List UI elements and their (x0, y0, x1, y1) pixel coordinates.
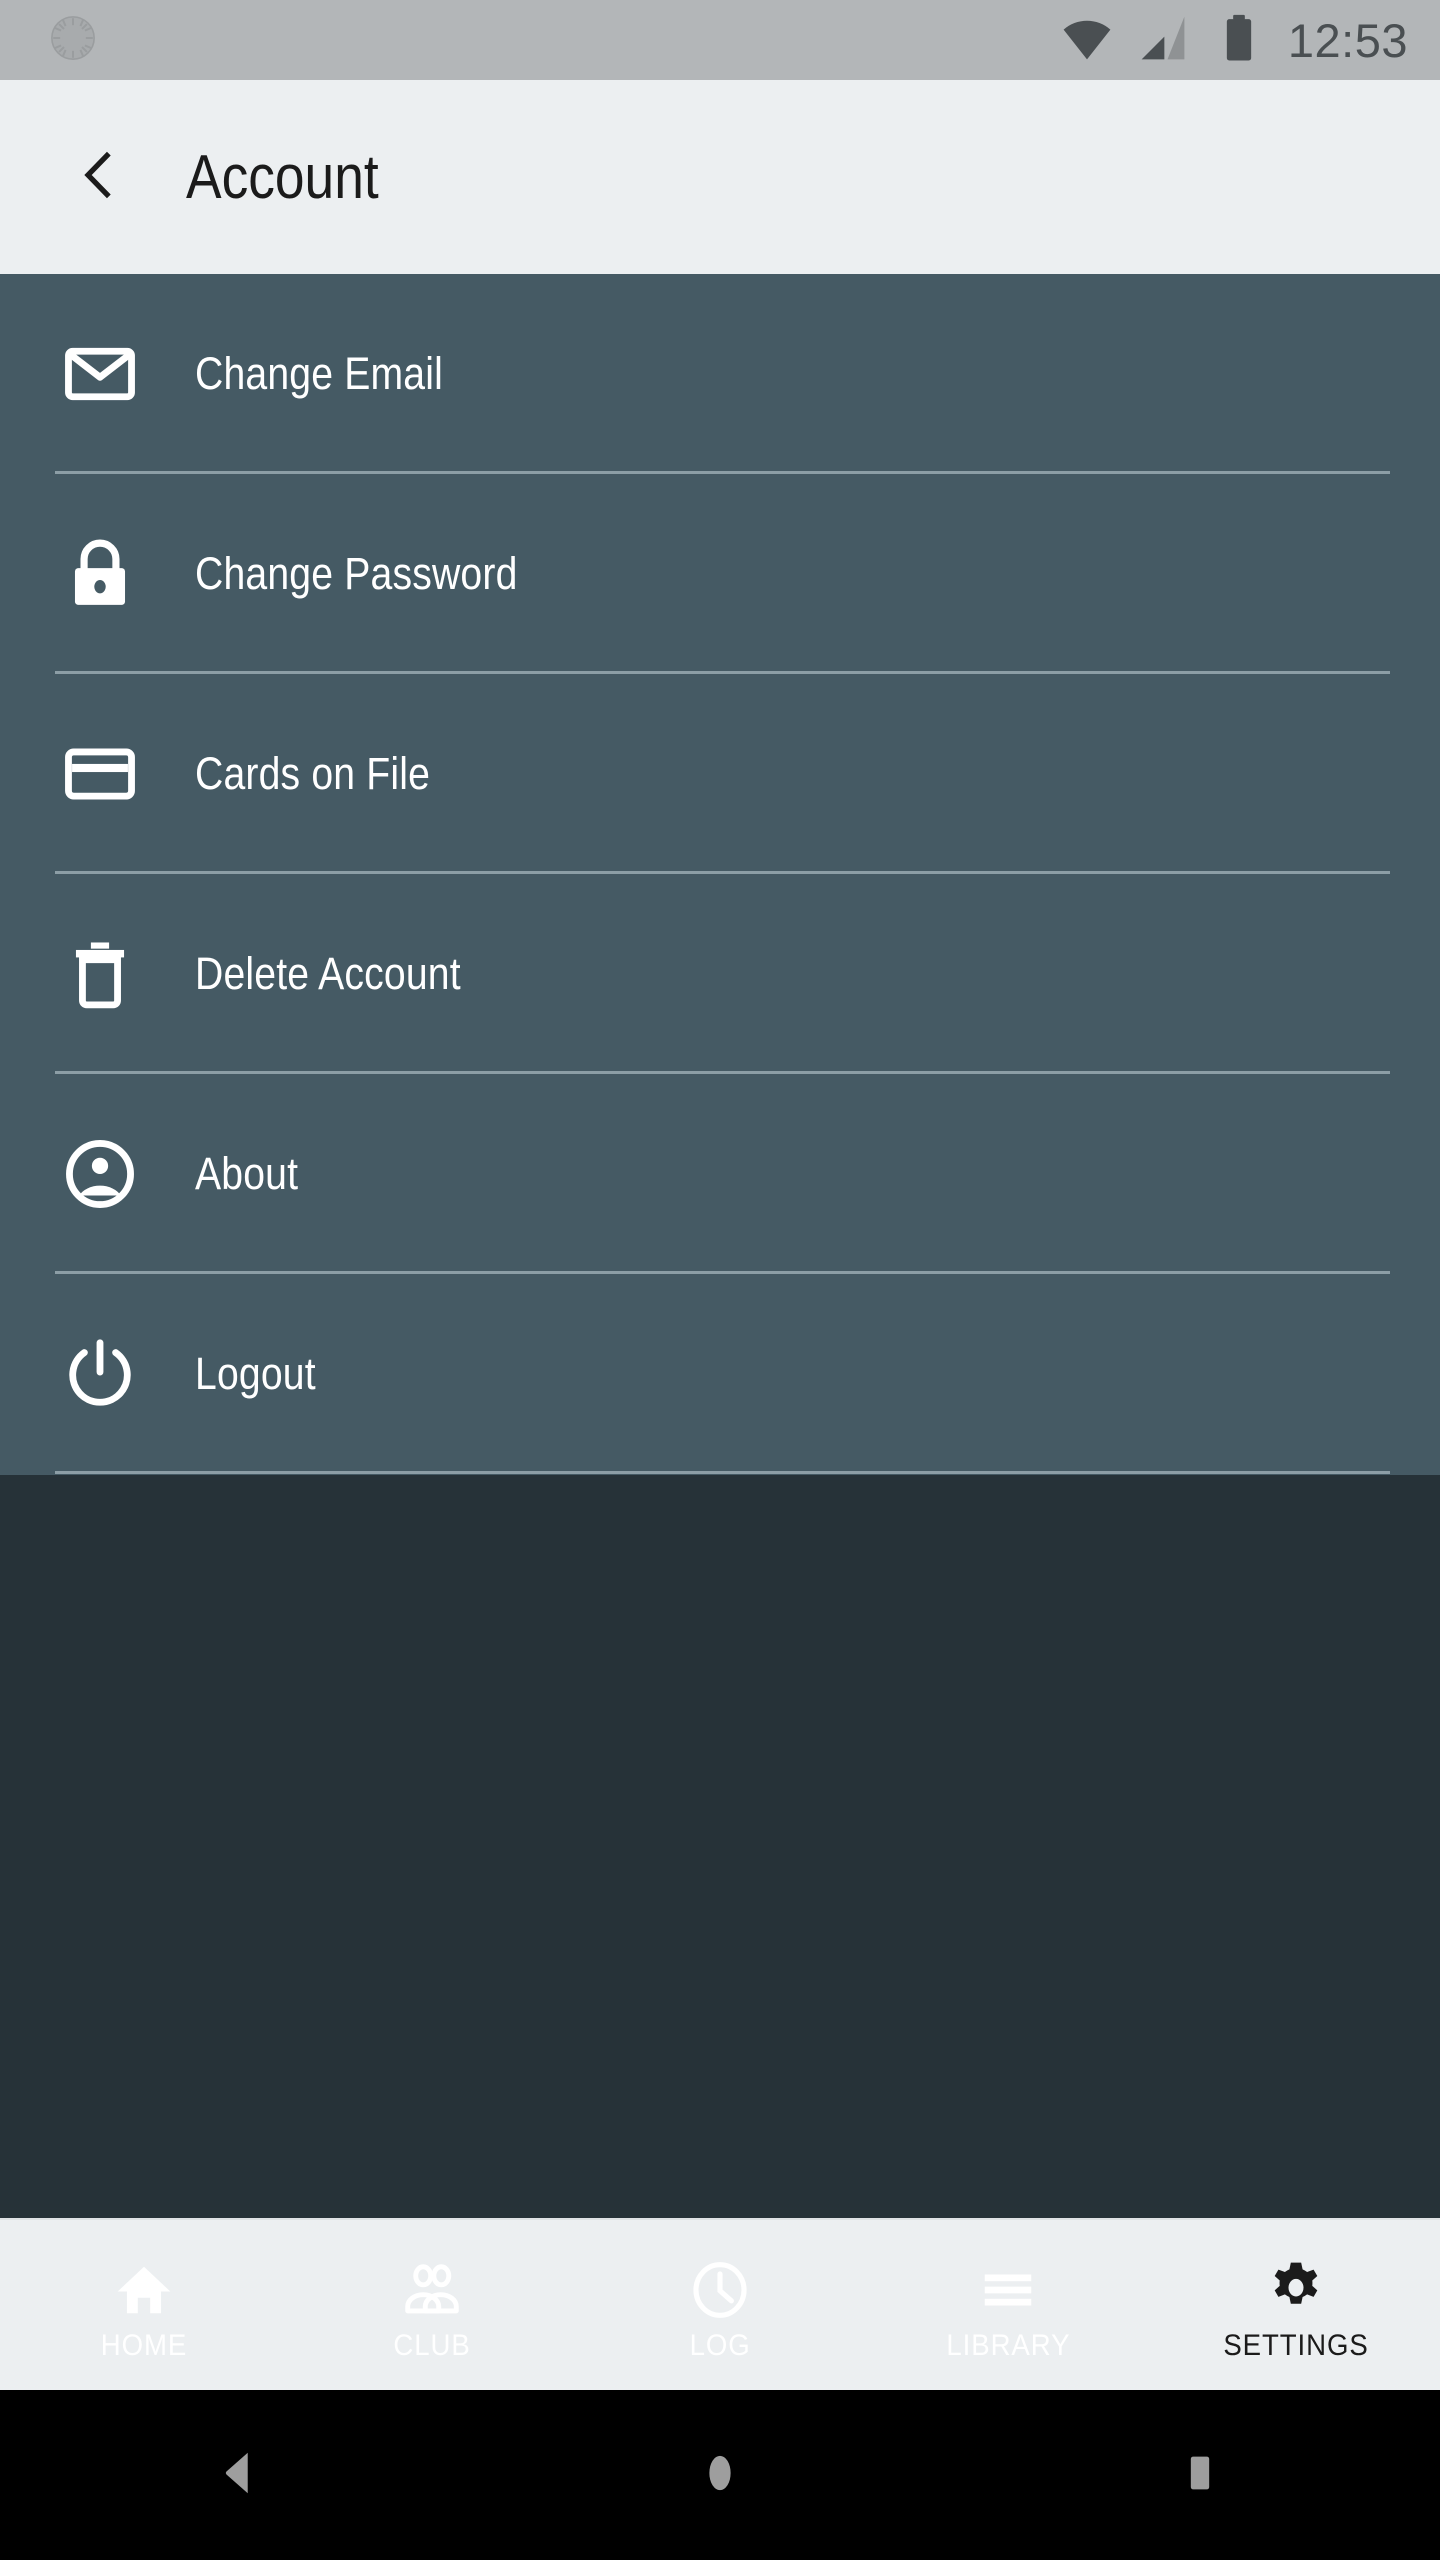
tab-label: SETTINGS (1223, 2329, 1369, 2362)
sunburst-circle-icon (46, 11, 100, 70)
phone-screen: 12:53 Account Change Email Change Passwo… (0, 0, 1440, 2560)
status-bar: 12:53 (0, 0, 1440, 80)
tab-home[interactable]: HOME (0, 2220, 288, 2390)
list-item-change-password[interactable]: Change Password (0, 474, 1440, 674)
tab-log[interactable]: LOG (576, 2220, 864, 2390)
wifi-icon (1060, 11, 1114, 70)
envelope-icon (45, 335, 155, 413)
android-navigation-bar (0, 2390, 1440, 2560)
android-home-button[interactable] (645, 2400, 795, 2550)
status-bar-left (46, 11, 100, 70)
circle-icon (691, 2444, 749, 2507)
tab-label: LOG (689, 2329, 751, 2362)
account-options-list: Change Email Change Password Cards on Fi… (0, 274, 1440, 1475)
triangle-left-icon (211, 2444, 269, 2507)
app-header: Account (0, 80, 1440, 274)
gear-icon (1265, 2253, 1327, 2321)
tab-library[interactable]: LIBRARY (864, 2220, 1152, 2390)
list-item-cards-on-file[interactable]: Cards on File (0, 674, 1440, 874)
bottom-navigation-bar: HOME CLUB LOG LIBRARY SETTINGS (0, 2218, 1440, 2390)
people-icon (401, 2253, 463, 2321)
tab-label: HOME (100, 2329, 188, 2362)
list-item-label: Change Password (195, 548, 518, 599)
chevron-left-icon (69, 145, 129, 210)
lock-icon (45, 535, 155, 613)
list-item-delete-account[interactable]: Delete Account (0, 874, 1440, 1074)
list-item-label: About (195, 1148, 299, 1199)
home-icon (113, 2253, 175, 2321)
trash-icon (45, 935, 155, 1013)
status-bar-right: 12:53 (1060, 11, 1408, 70)
list-item-about[interactable]: About (0, 1074, 1440, 1274)
status-bar-clock: 12:53 (1287, 13, 1408, 67)
list-item-logout[interactable]: Logout (0, 1274, 1440, 1474)
android-back-button[interactable] (165, 2400, 315, 2550)
menu-icon (977, 2253, 1039, 2321)
list-item-label: Delete Account (195, 948, 461, 999)
list-item-change-email[interactable]: Change Email (0, 274, 1440, 474)
clock-icon (689, 2253, 751, 2321)
list-item-label: Change Email (195, 348, 444, 399)
account-circle-icon (45, 1135, 155, 1213)
tab-label: CLUB (393, 2329, 471, 2362)
cellular-signal-icon (1136, 11, 1190, 70)
back-button[interactable] (44, 122, 154, 232)
power-icon (45, 1335, 155, 1413)
credit-card-icon (45, 735, 155, 813)
page-title: Account (186, 142, 379, 212)
tab-label: LIBRARY (945, 2329, 1071, 2362)
list-item-label: Logout (195, 1348, 316, 1399)
empty-content-area (0, 1475, 1440, 2218)
tab-settings[interactable]: SETTINGS (1152, 2220, 1440, 2390)
battery-full-icon (1212, 11, 1266, 70)
tab-club[interactable]: CLUB (288, 2220, 576, 2390)
list-item-label: Cards on File (195, 748, 431, 799)
square-icon (1171, 2444, 1229, 2507)
android-recents-button[interactable] (1125, 2400, 1275, 2550)
